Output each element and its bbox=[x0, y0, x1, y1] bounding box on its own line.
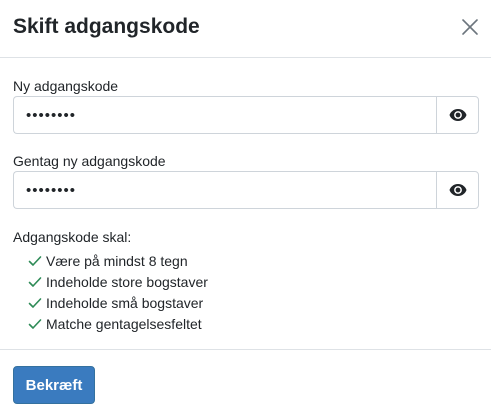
requirements-list: Være på mindst 8 tegn Indeholde store bo… bbox=[28, 250, 208, 334]
modal-title: Skift adgangskode bbox=[13, 15, 200, 38]
confirm-button[interactable]: Bekræft bbox=[13, 366, 95, 404]
new-password-group bbox=[13, 96, 479, 134]
requirement-item: Matche gentagelsesfeltet bbox=[28, 313, 208, 334]
close-button[interactable] bbox=[459, 16, 481, 38]
repeat-password-group bbox=[13, 171, 479, 209]
toggle-new-password-visibility-button[interactable] bbox=[436, 96, 479, 134]
eye-icon bbox=[449, 184, 466, 196]
check-icon bbox=[28, 297, 42, 308]
requirement-item: Være på mindst 8 tegn bbox=[28, 250, 208, 271]
new-password-label: Ny adgangskode bbox=[13, 78, 119, 94]
check-icon bbox=[28, 318, 42, 329]
new-password-input[interactable] bbox=[13, 96, 436, 134]
requirement-label: Være på mindst 8 tegn bbox=[46, 252, 188, 269]
modal-header: Skift adgangskode bbox=[0, 0, 491, 58]
requirement-item: Indeholde store bogstaver bbox=[28, 271, 208, 292]
repeat-password-label: Gentag ny adgangskode bbox=[13, 153, 166, 169]
modal-footer: Bekræft bbox=[0, 349, 491, 415]
requirements-title: Adgangskode skal: bbox=[13, 229, 132, 245]
close-icon bbox=[462, 19, 478, 35]
check-icon bbox=[28, 255, 42, 266]
toggle-repeat-password-visibility-button[interactable] bbox=[436, 171, 479, 209]
change-password-modal: Skift adgangskode Ny adgangskode Gentag … bbox=[0, 0, 491, 415]
requirement-label: Indeholde små bogstaver bbox=[46, 294, 204, 311]
check-icon bbox=[28, 276, 42, 287]
repeat-password-input[interactable] bbox=[13, 171, 436, 209]
requirement-item: Indeholde små bogstaver bbox=[28, 292, 208, 313]
requirement-label: Matche gentagelsesfeltet bbox=[46, 315, 202, 332]
eye-icon bbox=[449, 109, 466, 121]
requirement-label: Indeholde store bogstaver bbox=[46, 273, 208, 290]
